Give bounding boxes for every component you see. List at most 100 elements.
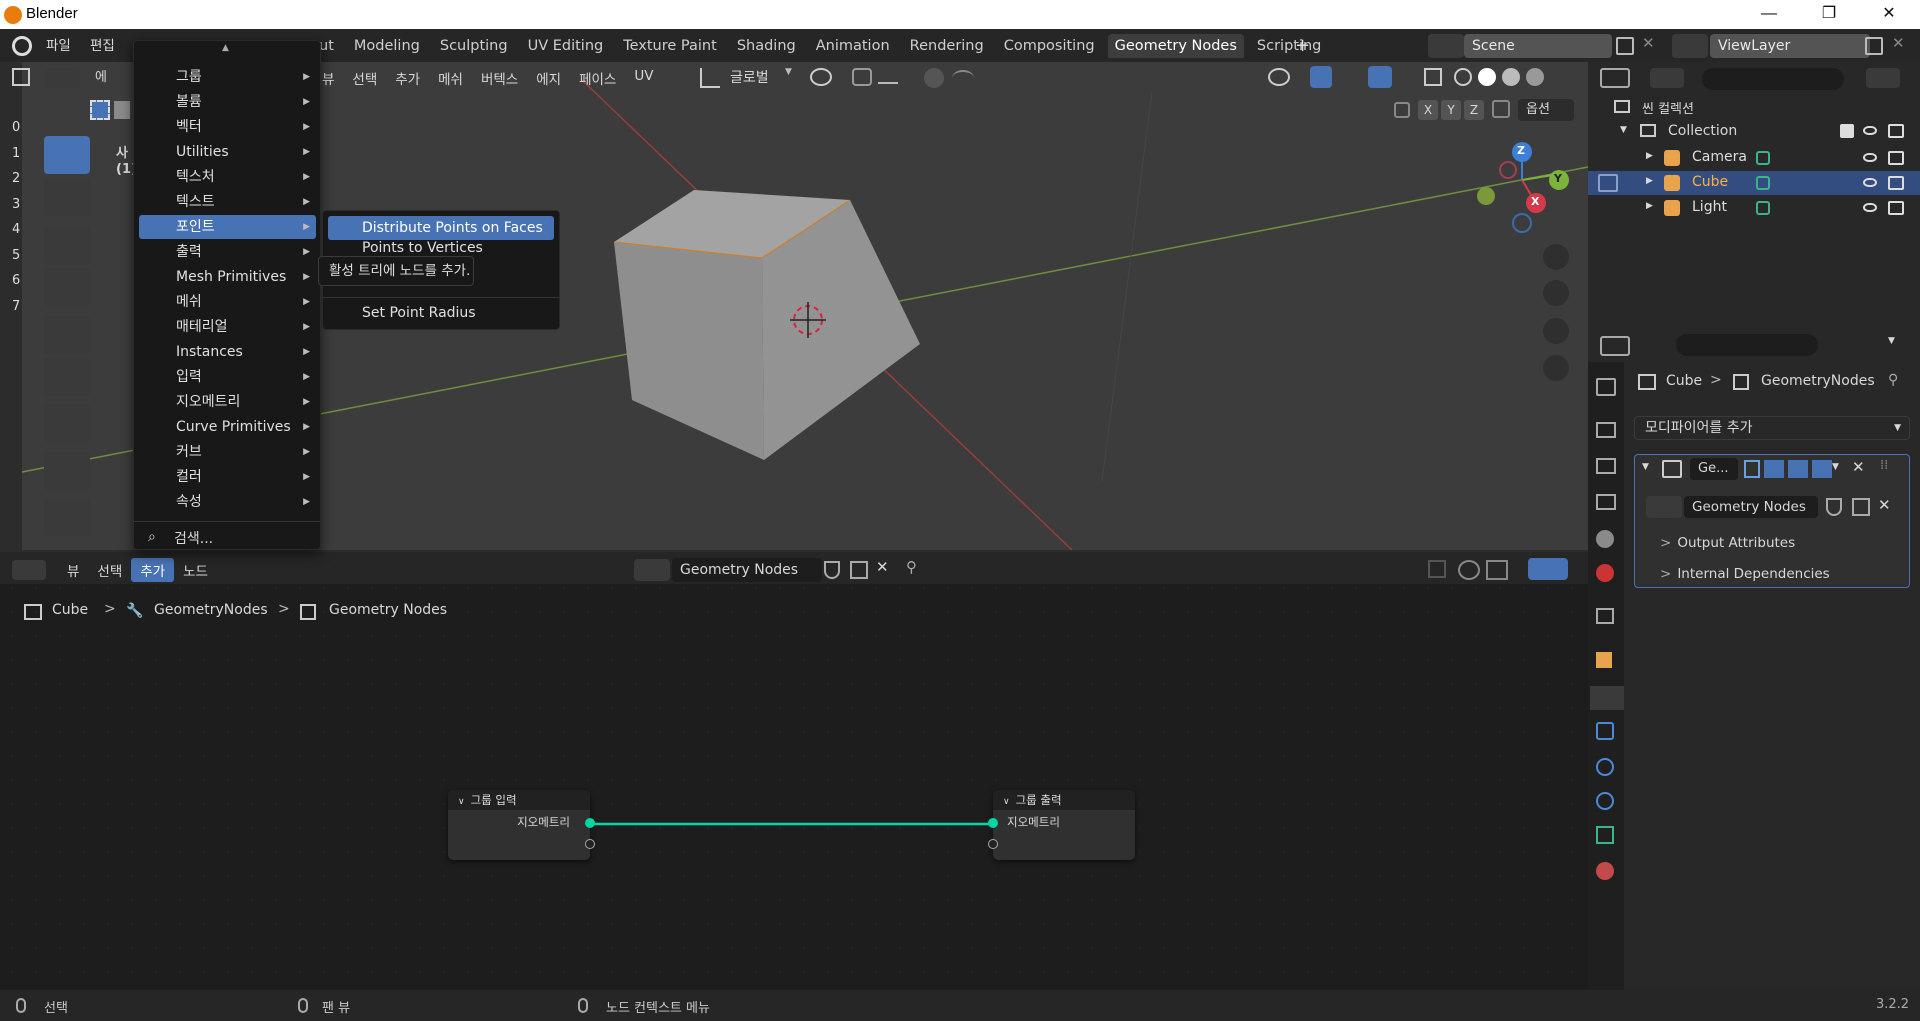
add-cube-tool-icon[interactable] <box>44 498 90 536</box>
add-menu-item[interactable]: 벡터 ▶ <box>139 115 316 139</box>
workspace-tab[interactable]: Rendering <box>903 34 991 58</box>
mirror-axis-toggle[interactable]: Z <box>1464 100 1484 120</box>
workspace-tab[interactable]: Texture Paint <box>616 34 724 58</box>
workspace-tab[interactable]: Geometry Nodes <box>1107 34 1244 58</box>
outliner-editor-icon[interactable] <box>1600 68 1630 88</box>
workspace-tab[interactable]: Modeling <box>347 34 427 58</box>
viewport-menu-item[interactable]: 에지 <box>536 68 561 88</box>
fake-user-icon[interactable] <box>1826 498 1842 516</box>
pivot-icon[interactable] <box>810 68 832 86</box>
object-data-icon[interactable] <box>1756 151 1770 165</box>
object-data-icon[interactable] <box>1756 201 1770 215</box>
menu-edit[interactable]: 편집 <box>90 35 115 57</box>
outliner-row-cube[interactable]: ▶ Cube <box>1588 171 1920 195</box>
object-tab-icon[interactable] <box>1596 652 1612 668</box>
viewport-mode-label[interactable]: 에 <box>95 66 107 85</box>
scale-tool-icon[interactable] <box>44 316 90 354</box>
workspace-tab[interactable]: Sculpting <box>433 34 515 58</box>
add-menu-item[interactable]: 텍스처 ▶ <box>139 165 316 189</box>
viewport-menu-item[interactable]: 페이스 <box>579 68 616 88</box>
add-menu-item[interactable]: 속성 ▶ <box>139 490 316 514</box>
properties-search-input[interactable] <box>1676 334 1818 356</box>
viewport-menu-item[interactable]: 뷰 <box>322 68 334 88</box>
geometry-input-socket[interactable] <box>988 818 998 828</box>
object-mode-icon[interactable] <box>1598 174 1618 192</box>
mirror-axis-toggle[interactable]: Y <box>1441 100 1461 120</box>
tool-tab-icon[interactable] <box>1596 378 1616 396</box>
workspace-tab[interactable]: Compositing <box>997 34 1102 58</box>
delete-view-layer-icon[interactable]: ✕ <box>1892 34 1905 52</box>
set-point-radius-item[interactable]: Set Point Radius <box>328 301 554 325</box>
viewport-menu-item[interactable]: 버텍스 <box>481 68 518 88</box>
view-layer-selector-icon[interactable] <box>1672 34 1708 58</box>
modifier-name-field[interactable]: Ge... <box>1690 458 1738 480</box>
perspective-grid-icon[interactable] <box>1543 355 1569 381</box>
editor-type-icon[interactable] <box>12 68 30 86</box>
collection-name[interactable]: Collection <box>1668 123 1737 139</box>
empty-output-socket[interactable] <box>585 839 595 849</box>
view-layer-name-field[interactable]: ViewLayer <box>1710 34 1870 58</box>
solid-shading-icon[interactable] <box>1478 68 1496 86</box>
add-menu-item[interactable]: 커브 ▶ <box>139 440 316 464</box>
auto-merge-icon[interactable] <box>1492 100 1510 118</box>
render-display-icon[interactable] <box>1812 460 1832 478</box>
add-menu-item[interactable]: 텍스트 ▶ <box>139 190 316 214</box>
physics-tab-icon[interactable] <box>1596 758 1614 776</box>
add-menu-item[interactable]: 그룹 ▶ <box>139 65 316 89</box>
render-camera-icon[interactable] <box>1888 124 1904 138</box>
transform-orientation[interactable]: 글로벌 <box>730 67 769 87</box>
add-menu-item[interactable]: 볼륨 ▶ <box>139 90 316 114</box>
overlay-toggle-icon[interactable] <box>1368 66 1392 88</box>
add-menu-item[interactable]: 컬러 ▶ <box>139 465 316 489</box>
minimize-button[interactable]: — <box>1746 0 1792 29</box>
workspace-tab[interactable]: Animation <box>809 34 897 58</box>
scene-name-field[interactable]: Scene <box>1464 34 1612 58</box>
editmode-icon[interactable] <box>1744 460 1760 478</box>
visibility-icon[interactable] <box>1268 68 1290 86</box>
workspace-tab[interactable]: Scripting <box>1250 34 1328 58</box>
add-menu-item[interactable]: 포인트 ▶ <box>139 215 316 239</box>
add-menu-item[interactable]: Curve Primitives ▶ <box>139 415 316 439</box>
delete-scene-icon[interactable]: ✕ <box>1642 34 1655 52</box>
data-tab-icon[interactable] <box>1596 826 1614 844</box>
viewport-menu-item[interactable]: 추가 <box>395 68 420 88</box>
falloff-icon[interactable] <box>952 70 974 86</box>
add-menu-item[interactable]: Instances ▶ <box>139 340 316 364</box>
outliner-root[interactable]: 씬 컬렉션 <box>1642 98 1694 117</box>
unlink-icon[interactable]: ✕ <box>1878 496 1891 514</box>
mirror-axis-toggle[interactable]: X <box>1418 100 1438 120</box>
constraints-tab-icon[interactable] <box>1596 792 1614 810</box>
material-tab-icon[interactable] <box>1596 862 1614 880</box>
mirror-icon[interactable] <box>1394 102 1410 118</box>
duplicate-icon[interactable] <box>1852 498 1870 516</box>
pin-icon[interactable]: ⚲ <box>1888 372 1898 388</box>
camera-view-icon[interactable] <box>1543 318 1569 344</box>
node-group-field[interactable]: Geometry Nodes <box>1684 496 1818 518</box>
viewport-menu-item[interactable]: 메쉬 <box>438 68 463 88</box>
add-menu-item[interactable]: Mesh Primitives ▶ <box>139 265 316 289</box>
blender-menu-icon[interactable] <box>12 36 32 56</box>
maximize-button[interactable]: ❐ <box>1806 0 1852 29</box>
modifier-menu-icon[interactable]: ▼ <box>1832 462 1839 472</box>
rendered-shading-icon[interactable] <box>1526 68 1544 86</box>
eye-icon[interactable] <box>1863 178 1877 187</box>
drag-handle-icon[interactable]: ⁞⁞ <box>1880 458 1888 473</box>
view-layer-tab-icon[interactable] <box>1596 494 1616 510</box>
material-shading-icon[interactable] <box>1502 68 1520 86</box>
menu-file[interactable]: 파일 <box>46 35 71 57</box>
render-camera-icon[interactable] <box>1888 176 1904 190</box>
world-tab-icon[interactable] <box>1596 564 1614 582</box>
options-dropdown[interactable]: 옵션 <box>1518 99 1574 121</box>
viewport-menu-item[interactable]: 선택 <box>352 68 377 88</box>
empty-input-socket[interactable] <box>988 839 998 849</box>
render-camera-icon[interactable] <box>1888 201 1904 215</box>
properties-options-icon[interactable]: ▼ <box>1888 336 1895 346</box>
geometry-output-socket[interactable] <box>585 818 595 828</box>
scroll-up-icon[interactable]: ▲ <box>222 43 229 53</box>
gizmo-toggle-icon[interactable] <box>1310 66 1332 88</box>
annotate-tool-icon[interactable] <box>44 404 90 442</box>
snap-target-icon[interactable] <box>878 70 898 84</box>
pan-hand-icon[interactable] <box>1543 280 1569 306</box>
add-modifier-dropdown[interactable]: 모디파이어를 추가 ▼ <box>1634 416 1910 440</box>
internal-dependencies-panel[interactable]: > Internal Dependencies <box>1660 566 1830 582</box>
